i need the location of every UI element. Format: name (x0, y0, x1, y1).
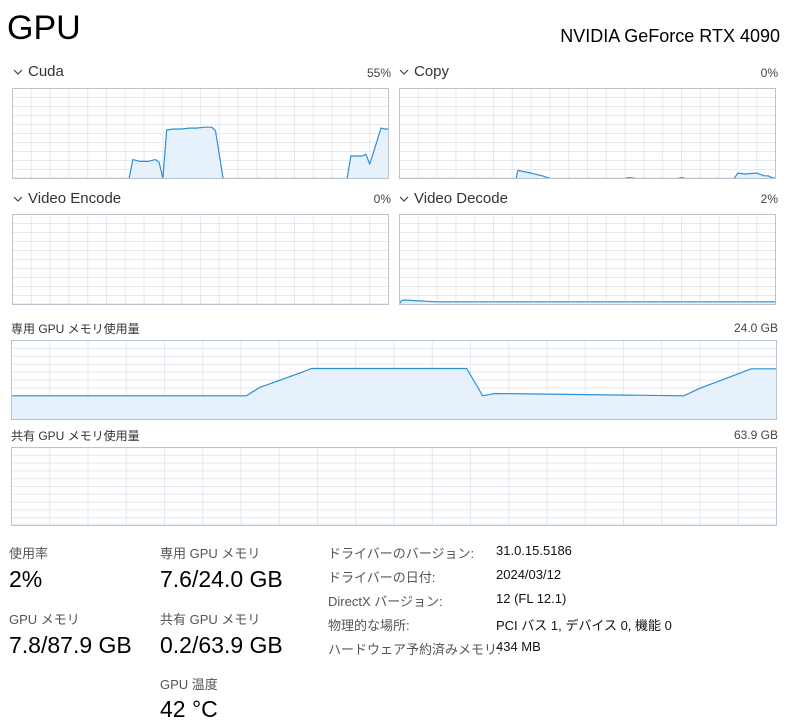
info-key-reserved-memory: ハードウェア予約済みメモリ: (328, 642, 501, 657)
engine-percent: 0% (760, 66, 778, 80)
chevron-down-icon (13, 196, 23, 202)
engine-label: Copy (414, 63, 450, 80)
info-key-driver-version: ドライバーのバージョン: (328, 546, 475, 561)
info-value-reserved-memory: 434 MB (496, 639, 541, 654)
engine-graph-copy (399, 88, 776, 179)
gpu-device-name: NVIDIA GeForce RTX 4090 (560, 26, 780, 46)
info-key-driver-date: ドライバーの日付: (328, 570, 436, 585)
engine-percent: 2% (760, 192, 778, 206)
utilization-value: 2% (9, 566, 43, 592)
engine-label: Video Encode (28, 190, 122, 207)
gpu-memory-value: 7.8/87.9 GB (9, 632, 132, 658)
engine-label: Cuda (28, 63, 64, 80)
engine-graph-video-decode (399, 214, 776, 305)
engine-selector-video-decode[interactable]: Video Decode (398, 190, 508, 207)
dedicated-memory-graph-label: 専用 GPU メモリ使用量 (11, 322, 140, 336)
dedicated-memory-max: 24.0 GB (733, 321, 778, 335)
dedicated-memory-label: 専用 GPU メモリ (160, 546, 261, 561)
info-value-directx-version: 12 (FL 12.1) (496, 591, 567, 606)
dedicated-memory-value: 7.6/24.0 GB (160, 566, 283, 592)
chevron-down-icon (399, 196, 409, 202)
engine-label: Video Decode (414, 190, 508, 207)
engine-graph-video-encode (12, 214, 389, 305)
chevron-down-icon (399, 69, 409, 75)
info-key-physical-location: 物理的な場所: (328, 618, 410, 633)
info-key-directx-version: DirectX バージョン: (328, 594, 443, 609)
info-value-driver-date: 2024/03/12 (496, 567, 562, 582)
shared-memory-max: 63.9 GB (733, 428, 778, 442)
info-value-physical-location: PCI バス 1, デバイス 0, 機能 0 (496, 618, 672, 633)
engine-selector-video-encode[interactable]: Video Encode (12, 190, 121, 207)
engine-graph-cuda (12, 88, 389, 179)
engine-percent: 0% (373, 192, 391, 206)
info-value-driver-version: 31.0.15.5186 (496, 543, 572, 558)
dedicated-memory-graph (11, 340, 777, 420)
shared-memory-graph-label: 共有 GPU メモリ使用量 (11, 429, 140, 443)
engine-selector-cuda[interactable]: Cuda (12, 63, 64, 80)
engine-percent: 55% (366, 66, 391, 80)
shared-memory-graph (11, 447, 777, 526)
utilization-label: 使用率 (9, 546, 49, 561)
gpu-memory-label: GPU メモリ (9, 612, 80, 627)
shared-memory-value: 0.2/63.9 GB (160, 632, 283, 658)
chevron-down-icon (13, 69, 23, 75)
page-title: GPU (7, 9, 81, 47)
shared-memory-label: 共有 GPU メモリ (160, 612, 261, 627)
gpu-temperature-label: GPU 温度 (160, 677, 218, 692)
engine-selector-copy[interactable]: Copy (398, 63, 449, 80)
